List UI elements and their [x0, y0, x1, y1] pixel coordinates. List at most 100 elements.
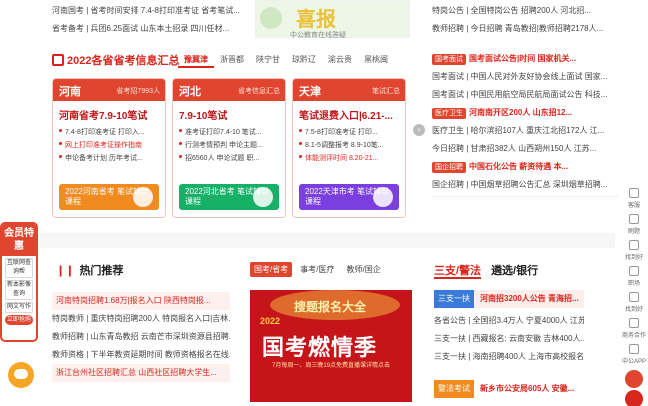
- course-button[interactable]: 2022天津市考 笔试辅导课程: [299, 184, 399, 210]
- sidebar-item[interactable]: 商务合作: [620, 316, 648, 342]
- news-row[interactable]: 国企招聘 | 中国烟草招聘公告汇总 深圳烟草招聘...: [432, 176, 618, 194]
- rb-feature-2[interactable]: 警法考试 新乡市公安局605人 安徽...: [434, 380, 584, 398]
- province-card-tianjin: 天津 笔试汇总 笔试退费入口|6.21-... 7.5-8打印准考证 打印... …: [292, 78, 406, 218]
- rb-feature2-text: 新乡市公安局605人 安徽...: [480, 384, 575, 393]
- rb-list: 各省公告 | 全国招3.4万人 宁夏4000人 江苏400... 三支一扶 | …: [434, 312, 584, 366]
- tab-guokao[interactable]: 国考/省考: [250, 262, 293, 277]
- hot-row[interactable]: 特岗教师 | 重庆特岗招聘200人 特岗报名入口|吉林...: [52, 310, 230, 328]
- card-item[interactable]: 招6560人 申论试题 职...: [179, 152, 279, 165]
- card-name: 河南: [59, 86, 81, 98]
- sidebar-item[interactable]: 找到好: [620, 238, 648, 264]
- bottom-tabs: 国考/省考 事考/医疗 教师/国企: [250, 262, 385, 277]
- card-tag[interactable]: 笔试汇总: [372, 86, 400, 96]
- card-item[interactable]: 体能测评时间 8.20-21...: [299, 152, 399, 165]
- rb-row[interactable]: 三支一扶 | 西藏报名: 云南安徽 吉林400人...: [434, 330, 584, 348]
- card-name: 天津: [299, 86, 321, 98]
- book-icon: ❙❙: [56, 265, 75, 277]
- hot-row[interactable]: 浙江台州社区招聘汇总 山西社区招聘大学生...: [52, 364, 230, 382]
- province-icon: [52, 54, 64, 66]
- course-avatar-icon: [133, 187, 153, 207]
- card-headline[interactable]: 7.9-10笔试: [179, 107, 279, 122]
- news-row-featured[interactable]: 国考面试 国考面试公告|时间 国家机关...: [432, 50, 618, 68]
- card-item[interactable]: 7.5-8打印准考证 打印...: [299, 126, 399, 139]
- news-row-featured[interactable]: 国企招聘 中国石化公告 薪资待遇 本...: [432, 158, 618, 176]
- carousel-next-icon[interactable]: ›: [413, 124, 425, 136]
- poster-top: 搜题报名大全: [294, 300, 367, 314]
- rb-title: 三支/警法 遴选/银行: [434, 262, 538, 279]
- news-row[interactable]: 今日招聘 | 甘肃招382人 山西朔州150人 江苏...: [432, 140, 618, 158]
- rb-feature-tag: 三支一扶: [434, 290, 474, 308]
- top-caption: 中公教育在线答疑: [290, 32, 346, 39]
- course-button[interactable]: 2022河南省考 笔试辅导课程: [59, 184, 159, 210]
- rb-feature[interactable]: 三支一扶 河南招3200人公告 青海招...: [434, 290, 584, 308]
- card-tag[interactable]: 省考招7993人: [116, 86, 160, 96]
- news-row[interactable]: 国考面试 | 中国人民对外友好协会线上面试 国家...: [432, 68, 618, 86]
- rb-row[interactable]: 三支一扶 | 海南招聘400人 上海市高校报名...: [434, 348, 584, 366]
- sidebar-item[interactable]: 刷题: [620, 212, 648, 238]
- member-item[interactable]: 网文写作: [5, 302, 33, 313]
- news-row[interactable]: 教师招聘 | 今日招聘 青岛教招|教师招聘2178人...: [432, 20, 618, 38]
- card-tag[interactable]: 省考信息汇总: [238, 86, 280, 96]
- buy-now-button[interactable]: 立即抢购: [5, 315, 33, 325]
- top-news-row[interactable]: 河南国考 | 省考时间安排 7.4-8打印准考证 省考笔试...: [52, 2, 248, 20]
- service-icon: [629, 188, 639, 198]
- sidebar-item-app[interactable]: 中公APP: [620, 342, 648, 368]
- top-news-row[interactable]: 省考备考 | 兵团6.25面试 山东本土招录 四川任材...: [52, 20, 248, 38]
- sidebar-item[interactable]: 客服: [620, 186, 648, 212]
- poster-main: 国考燃情季: [262, 335, 378, 360]
- hot-row[interactable]: 教师招聘 | 山东青岛教招 云南芒市深圳资源县招聘...: [52, 328, 230, 346]
- top-news: 河南国考 | 省考时间安排 7.4-8打印准考证 省考笔试... 省考备考 | …: [52, 2, 248, 38]
- tiger-mascot-icon: [8, 362, 34, 388]
- card-headline[interactable]: 笔试退费入口|6.21-...: [299, 107, 399, 122]
- card-item[interactable]: 行测考情预判 申论主题...: [179, 139, 279, 152]
- app-icon: [629, 344, 639, 354]
- news-row[interactable]: 国考面试 | 中国民用航空局民航局面试公告 科技...: [432, 86, 618, 104]
- member-item[interactable]: 互联网查询帮: [5, 258, 33, 278]
- news-row[interactable]: 医疗卫生 | 哈尔滨招107人 重庆江北招172人 江...: [432, 122, 618, 140]
- tab-sng[interactable]: 陕宁甘: [250, 54, 286, 68]
- job-icon: [629, 240, 639, 250]
- video-icon: [253, 187, 273, 207]
- member-title: 会员特惠: [2, 224, 36, 256]
- rb-feature-text: 河南招3200人公告 青海招...: [480, 294, 579, 303]
- course-button[interactable]: 2022河北省考 笔试辅导课程: [179, 184, 279, 210]
- promo-poster[interactable]: 搜题报名大全 2022 国考燃情季 7月每周一、周三晚19点免费直播课详情点击: [250, 290, 412, 402]
- member-item[interactable]: 新本影像查询: [5, 280, 33, 300]
- card-item[interactable]: 网上打印准考证操作指南: [59, 139, 159, 152]
- card-item[interactable]: 准考证打印7.4-10 笔试...: [179, 126, 279, 139]
- tab-yyg[interactable]: 渝云贵: [322, 54, 358, 68]
- tab-linxuan[interactable]: 遴选/银行: [491, 265, 538, 277]
- hot-row[interactable]: 河南特岗招聘1.68万|报名入口 陕西特岗报...: [52, 292, 230, 310]
- section-title: 2022各省省考信息汇总: [52, 52, 179, 68]
- tab-jiaoshi[interactable]: 教师/国企: [342, 262, 384, 277]
- divider: [432, 196, 618, 197]
- tab-qql[interactable]: 琼黔辽: [286, 54, 322, 68]
- sidebar-item[interactable]: 找到好: [620, 290, 648, 316]
- card-item[interactable]: 7.4-8打印准考证 打印入...: [59, 126, 159, 139]
- card-item[interactable]: 申论备考计划 历年考试...: [59, 152, 159, 165]
- news-row-featured[interactable]: 医疗卫生 河南南开区200人 山东招12...: [432, 104, 618, 122]
- back-to-top-icon[interactable]: [625, 390, 643, 406]
- tab-sanzhi[interactable]: 三支/警法: [434, 265, 482, 279]
- banner-text: 喜报: [296, 9, 336, 31]
- rb-row[interactable]: 各省公告 | 全国招3.4万人 宁夏4000人 江苏400...: [434, 312, 584, 330]
- poster-year: 2022: [260, 316, 281, 326]
- tab-yjj[interactable]: 豫冀津: [178, 54, 214, 68]
- weibo-icon[interactable]: [625, 370, 643, 388]
- hot-row[interactable]: 教师资格 | 下半年教资延期时间 教师资格报名在线...: [52, 346, 230, 364]
- card-name: 河北: [179, 86, 201, 98]
- member-widget[interactable]: 会员特惠 互联网查询帮 新本影像查询 网文写作 立即抢购: [0, 222, 38, 342]
- tab-zjd[interactable]: 浙晋都: [214, 54, 250, 68]
- right-sidebar: 客服 刷题 找到好 职场 找到好 商务合作 中公APP: [620, 186, 648, 406]
- card-headline[interactable]: 河南省考7.9-10笔试: [59, 107, 159, 122]
- card-item[interactable]: 8.1-5调整报考 8.9-10笔...: [299, 139, 399, 152]
- play-icon: [373, 187, 393, 207]
- poster-sub: 7月每周一、周三晚19点免费直播课详情点击: [272, 363, 391, 369]
- quiz-icon: [629, 214, 639, 224]
- tab-hgm[interactable]: 黑桃闽: [358, 54, 394, 68]
- province-card-hebei: 河北 省考信息汇总 7.9-10笔试 准考证打印7.4-10 笔试... 行测考情…: [172, 78, 286, 218]
- news-row[interactable]: 特岗公告 | 全国特岗公告 招聘200人 河北招...: [432, 2, 618, 20]
- hot-list: 河南特岗招聘1.68万|报名入口 陕西特岗报... 特岗教师 | 重庆特岗招聘2…: [52, 292, 230, 382]
- tab-shikao[interactable]: 事考/医疗: [296, 262, 338, 277]
- sidebar-item[interactable]: 职场: [620, 264, 648, 290]
